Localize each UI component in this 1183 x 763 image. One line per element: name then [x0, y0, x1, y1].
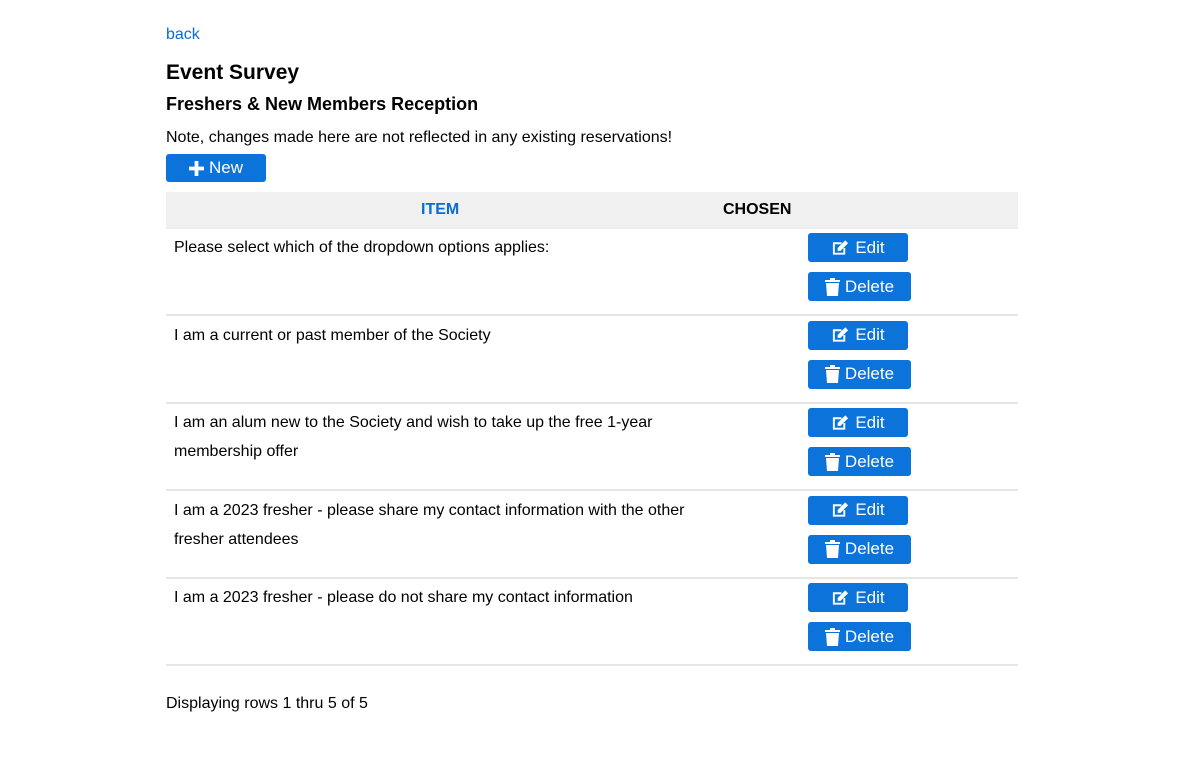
table-header: ITEM CHOSEN: [166, 192, 1018, 229]
edit-button-label: Edit: [855, 325, 885, 344]
trash-icon: [824, 627, 840, 646]
edit-icon: [833, 414, 849, 430]
edit-icon: [833, 589, 849, 605]
table-row: I am a current or past member of the Soc…: [166, 317, 1018, 404]
new-button[interactable]: New: [166, 154, 266, 182]
delete-button[interactable]: Delete: [808, 272, 911, 301]
edit-button[interactable]: Edit: [808, 583, 908, 612]
event-name: Freshers & New Members Reception: [166, 94, 479, 114]
edit-button-label: Edit: [855, 587, 885, 607]
edit-button-label: Edit: [855, 412, 885, 432]
edit-icon: [833, 239, 849, 255]
edit-button-label: Edit: [855, 500, 885, 519]
delete-button-label: Delete: [844, 451, 895, 471]
delete-button[interactable]: Delete: [808, 359, 911, 389]
delete-button[interactable]: Delete: [808, 447, 911, 476]
delete-button[interactable]: Delete: [808, 622, 911, 651]
table-row: I am an alum new to the Society and wish…: [166, 404, 1018, 491]
row-item-text: Please select which of the dropdown opti…: [174, 239, 550, 256]
edit-button[interactable]: Edit: [808, 233, 908, 262]
row-item-text: I am an alum new to the Society and wish…: [174, 414, 653, 460]
delete-button-label: Delete: [844, 364, 895, 383]
delete-button[interactable]: Delete: [808, 534, 911, 564]
delete-button-label: Delete: [844, 539, 895, 558]
trash-icon: [824, 452, 840, 471]
edit-button[interactable]: Edit: [808, 320, 908, 350]
edit-button[interactable]: Edit: [808, 495, 908, 525]
trash-icon: [824, 277, 840, 296]
edit-icon: [833, 502, 849, 517]
new-button-label: New: [208, 158, 243, 177]
pagination-status: Displaying rows 1 thru 5 of 5: [166, 695, 368, 712]
page-title: Event Survey: [166, 61, 300, 84]
notice-text: Note, changes made here are not reflecte…: [166, 129, 673, 146]
table-row: Please select which of the dropdown opti…: [166, 229, 1018, 316]
trash-icon: [824, 540, 840, 558]
delete-button-label: Delete: [844, 276, 895, 296]
edit-button[interactable]: Edit: [808, 408, 908, 437]
table-row: I am a 2023 fresher - please share my co…: [166, 492, 1018, 579]
plus-icon: [188, 160, 204, 176]
edit-icon: [833, 327, 849, 342]
table-row: I am a 2023 fresher - please do not shar…: [166, 579, 1018, 666]
row-item-text: I am a 2023 fresher - please do not shar…: [174, 589, 633, 606]
trash-icon: [824, 365, 840, 383]
edit-button-label: Edit: [855, 237, 885, 257]
row-item-text: I am a current or past member of the Soc…: [174, 326, 491, 344]
row-item-text: I am a 2023 fresher - please share my co…: [174, 501, 685, 548]
column-header-item[interactable]: ITEM: [421, 201, 459, 219]
column-header-chosen: CHOSEN: [723, 201, 792, 218]
back-link[interactable]: back: [166, 25, 200, 45]
delete-button-label: Delete: [844, 626, 895, 646]
